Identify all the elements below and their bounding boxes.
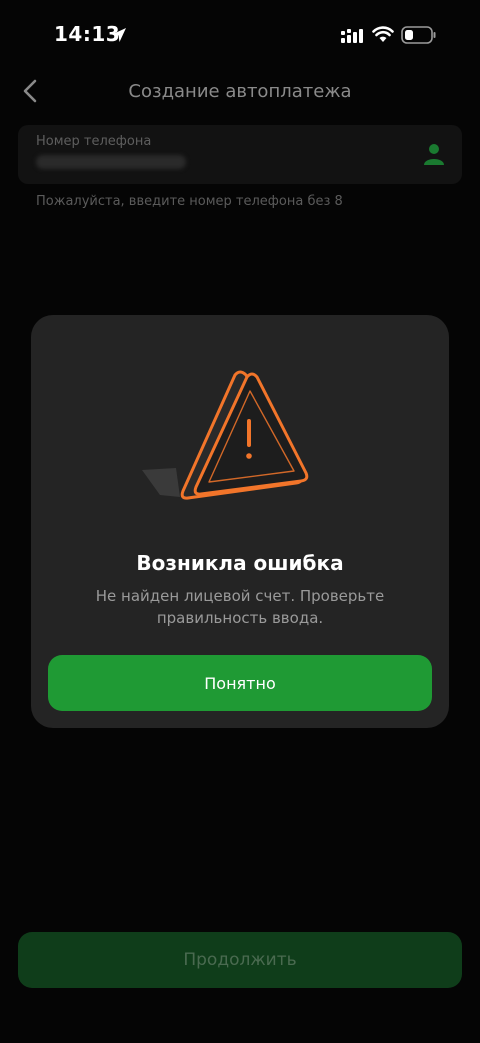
warning-triangle-icon (142, 370, 309, 500)
page-title: Создание автоплатежа (128, 81, 352, 102)
status-bar: 14:13 (0, 0, 480, 70)
wifi-icon (372, 26, 394, 42)
phone-number-field[interactable]: Номер телефона (18, 125, 462, 184)
continue-button[interactable]: Продолжить (18, 932, 462, 988)
phone-field-value-blurred (36, 155, 186, 169)
understood-button[interactable]: Понятно (48, 655, 432, 711)
signal-icon (341, 29, 363, 43)
phone-field-hint: Пожалуйста, введите номер телефона без 8 (36, 194, 343, 209)
modal-message: Не найден лицевой счет. Проверьте правил… (95, 587, 385, 627)
person-icon[interactable] (422, 141, 446, 167)
error-modal: Возникла ошибка Не найден лицевой счет. … (31, 315, 449, 728)
modal-title: Возникла ошибка (136, 551, 344, 575)
phone-field-label: Номер телефона (36, 134, 152, 149)
location-arrow-icon (112, 28, 126, 42)
battery-icon (401, 26, 436, 44)
